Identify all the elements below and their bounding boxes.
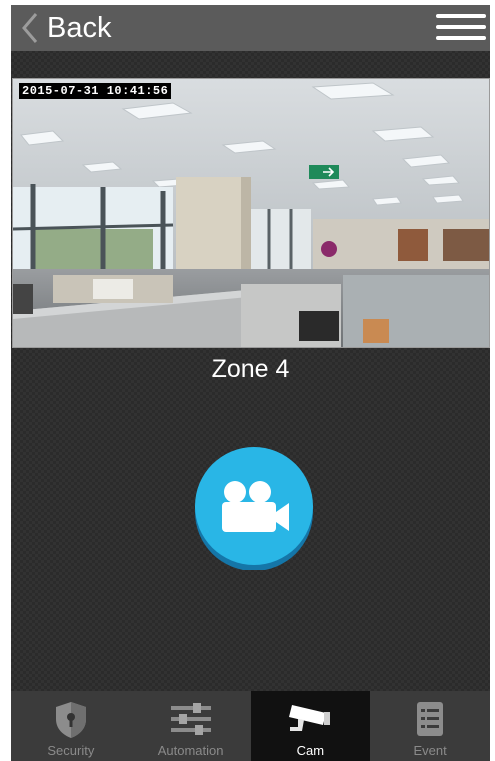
hamburger-menu-icon[interactable] — [436, 14, 486, 42]
back-label: Back — [47, 11, 112, 44]
tab-event-label: Event — [413, 743, 447, 758]
top-bar: Back — [11, 5, 490, 51]
camera-feed[interactable]: 2015-07-31 10:41:56 — [12, 78, 490, 348]
zone-title: Zone 4 — [211, 355, 290, 383]
sliders-icon — [170, 703, 211, 735]
tab-cam[interactable]: Cam — [250, 691, 371, 761]
camera-feed-image — [13, 79, 489, 347]
app-screen: Back 2015-07-31 10:41:56 Zone 4 Security… — [11, 5, 490, 761]
record-video-button[interactable] — [192, 446, 316, 571]
chevron-left-icon — [22, 13, 38, 43]
tab-security-label: Security — [47, 743, 95, 758]
tab-event[interactable]: Event — [370, 691, 490, 761]
tab-security[interactable]: Security — [11, 691, 131, 761]
bottom-tab-bar: Security Automation Cam Event — [11, 691, 490, 761]
shield-keyhole-icon — [55, 702, 86, 738]
back-button[interactable]: Back — [21, 10, 111, 46]
tab-cam-label: Cam — [296, 743, 325, 758]
timestamp-overlay: 2015-07-31 10:41:56 — [19, 83, 172, 99]
security-camera-icon — [289, 705, 331, 731]
video-camera-icon — [195, 447, 313, 571]
tab-automation[interactable]: Automation — [131, 691, 251, 761]
tab-automation-label: Automation — [157, 743, 224, 758]
event-list-icon — [417, 702, 444, 736]
